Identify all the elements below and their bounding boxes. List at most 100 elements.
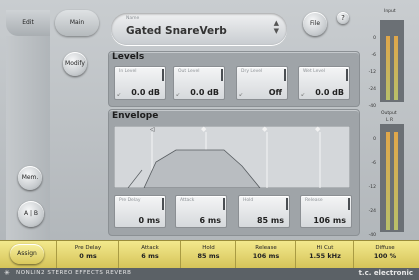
param-value: 0.0 dB bbox=[315, 88, 344, 97]
output-meter-left-bar bbox=[386, 132, 390, 230]
tab-edit[interactable]: Edit bbox=[6, 10, 50, 36]
hold-handle-icon[interactable]: ◆ bbox=[262, 125, 267, 133]
arrow-icon: ↙ bbox=[117, 92, 122, 98]
release-handle-icon[interactable]: ◆ bbox=[315, 125, 320, 133]
a-label: A bbox=[23, 210, 29, 217]
output-lr-label: L R bbox=[386, 118, 394, 123]
scale-tick: -24 bbox=[368, 209, 376, 214]
envelope-title: Envelope bbox=[112, 111, 159, 121]
knob-indicator-icon bbox=[162, 198, 164, 210]
mem-label: Mem. bbox=[21, 174, 39, 181]
knob-indicator-icon bbox=[223, 198, 225, 210]
knob-indicator-icon bbox=[221, 69, 223, 81]
knob-indicator-icon bbox=[286, 198, 288, 210]
tc-logo-icon: ✳ bbox=[4, 269, 10, 277]
preset-display[interactable]: Name Gated SnareVerb ▲ ▼ bbox=[111, 13, 287, 45]
bottom-param-label: Diffuse bbox=[375, 245, 395, 251]
scale-tick: -12 bbox=[368, 185, 376, 190]
bottom-param-label: Attack bbox=[141, 245, 159, 251]
mem-button[interactable]: Mem. bbox=[18, 166, 42, 190]
arrow-icon: ↙ bbox=[239, 92, 244, 98]
footer-brand: t.c. electronic bbox=[358, 269, 413, 277]
release-param[interactable]: Release 106 ms bbox=[300, 195, 352, 228]
hold-param[interactable]: Hold 85 ms bbox=[238, 195, 290, 228]
preset-name: Gated SnareVerb bbox=[126, 25, 227, 37]
bottom-param-label: Hold bbox=[202, 245, 215, 251]
bottom-param-release[interactable]: Release 106 ms bbox=[235, 241, 296, 269]
input-meter-right-bar bbox=[394, 36, 398, 100]
ab-button[interactable]: A | B bbox=[18, 201, 44, 227]
param-value: Off bbox=[268, 88, 282, 97]
bottom-param-value: 6 ms bbox=[141, 252, 159, 260]
bottom-param-label: Hi Cut bbox=[316, 245, 334, 251]
knob-indicator-icon bbox=[346, 69, 348, 81]
levels-title: Levels bbox=[112, 52, 145, 62]
param-label: Pre Delay bbox=[119, 198, 141, 203]
bottom-param-value: 85 ms bbox=[197, 252, 220, 260]
knob-indicator-icon bbox=[162, 69, 164, 81]
param-label: Dry Level bbox=[241, 69, 263, 74]
assign-button[interactable]: Assign bbox=[10, 244, 44, 264]
scale-tick: -40 bbox=[368, 104, 376, 109]
bottom-param-value: 100 % bbox=[373, 252, 397, 260]
in-level-param[interactable]: In Level ↙ 0.0 dB bbox=[114, 66, 166, 100]
envelope-graph[interactable] bbox=[114, 126, 350, 188]
bottom-param-hi-cut[interactable]: Hi Cut 1.55 kHz bbox=[295, 241, 354, 269]
output-meter-title: Output bbox=[381, 111, 397, 116]
bottom-param-hold[interactable]: Hold 85 ms bbox=[180, 241, 236, 269]
scale-tick: 0 bbox=[373, 36, 376, 41]
preset-stepper[interactable]: ▲ ▼ bbox=[274, 19, 279, 35]
b-label: B bbox=[33, 210, 39, 217]
scale-tick: -6 bbox=[371, 53, 377, 58]
footer-product-name: NONLIN2 STEREO EFFECTS REVERB bbox=[16, 270, 132, 276]
assign-label: Assign bbox=[17, 250, 37, 257]
param-label: Out Level bbox=[178, 69, 200, 74]
preset-caption: Name bbox=[126, 16, 140, 21]
attack-param[interactable]: Attack 6 ms bbox=[175, 195, 227, 228]
arrow-icon: ↙ bbox=[176, 92, 181, 98]
wet-level-param[interactable]: Wet Level ↙ 0.0 dB bbox=[298, 66, 350, 100]
param-value: 0.0 dB bbox=[131, 88, 160, 97]
pre-delay-param[interactable]: Pre Delay 0 ms bbox=[114, 195, 166, 228]
param-label: Release bbox=[305, 198, 323, 203]
file-label: File bbox=[309, 20, 321, 27]
scale-tick: -12 bbox=[368, 70, 376, 75]
arrow-down-icon[interactable]: ▼ bbox=[274, 27, 279, 35]
param-value: 106 ms bbox=[313, 216, 346, 225]
param-label: In Level bbox=[119, 69, 137, 74]
tab-main-label: Main bbox=[69, 19, 85, 26]
modify-button[interactable]: Modify bbox=[63, 52, 87, 76]
input-meter-left-bar bbox=[386, 36, 390, 100]
bottom-param-pre-delay[interactable]: Pre Delay 0 ms bbox=[56, 241, 119, 269]
knob-indicator-icon bbox=[348, 198, 350, 210]
bottom-param-value: 0 ms bbox=[79, 252, 97, 260]
scale-tick: -40 bbox=[368, 233, 376, 238]
footer: ✳ NONLIN2 STEREO EFFECTS REVERB t.c. ele… bbox=[0, 268, 419, 280]
input-meter-scale: 0 -6 -12 -24 -40 bbox=[364, 30, 377, 109]
scale-tick: -6 bbox=[371, 161, 377, 166]
output-meter bbox=[380, 124, 404, 232]
bottom-param-value: 1.55 kHz bbox=[309, 252, 341, 260]
assign-bar: Assign Pre Delay 0 ms Attack 6 ms Hold 8… bbox=[0, 240, 419, 269]
param-label: Hold bbox=[243, 198, 254, 203]
param-label: Wet Level bbox=[303, 69, 326, 74]
file-button[interactable]: File bbox=[303, 12, 327, 36]
scale-tick: 0 bbox=[373, 137, 376, 142]
knob-indicator-icon bbox=[284, 69, 286, 81]
help-button[interactable]: ? bbox=[337, 12, 349, 24]
bottom-param-attack[interactable]: Attack 6 ms bbox=[118, 241, 181, 269]
bottom-param-diffuse[interactable]: Diffuse 100 % bbox=[353, 241, 416, 269]
predelay-marker-icon[interactable]: ◁ bbox=[150, 126, 155, 133]
tab-main[interactable]: Main bbox=[55, 10, 99, 36]
scale-tick: -24 bbox=[368, 87, 376, 92]
tab-edit-label: Edit bbox=[22, 19, 34, 26]
arrow-icon: ↙ bbox=[301, 92, 306, 98]
dry-level-param[interactable]: Dry Level ↙ Off bbox=[236, 66, 288, 100]
out-level-param[interactable]: Out Level ↙ 0.0 dB bbox=[173, 66, 225, 100]
bottom-param-value: 106 ms bbox=[252, 252, 280, 260]
bottom-param-label: Pre Delay bbox=[74, 245, 102, 251]
input-meter-title: Input bbox=[384, 9, 396, 14]
arrow-up-icon[interactable]: ▲ bbox=[274, 19, 279, 27]
modify-label: Modify bbox=[65, 60, 85, 67]
attack-handle-icon[interactable]: ◆ bbox=[201, 125, 206, 133]
